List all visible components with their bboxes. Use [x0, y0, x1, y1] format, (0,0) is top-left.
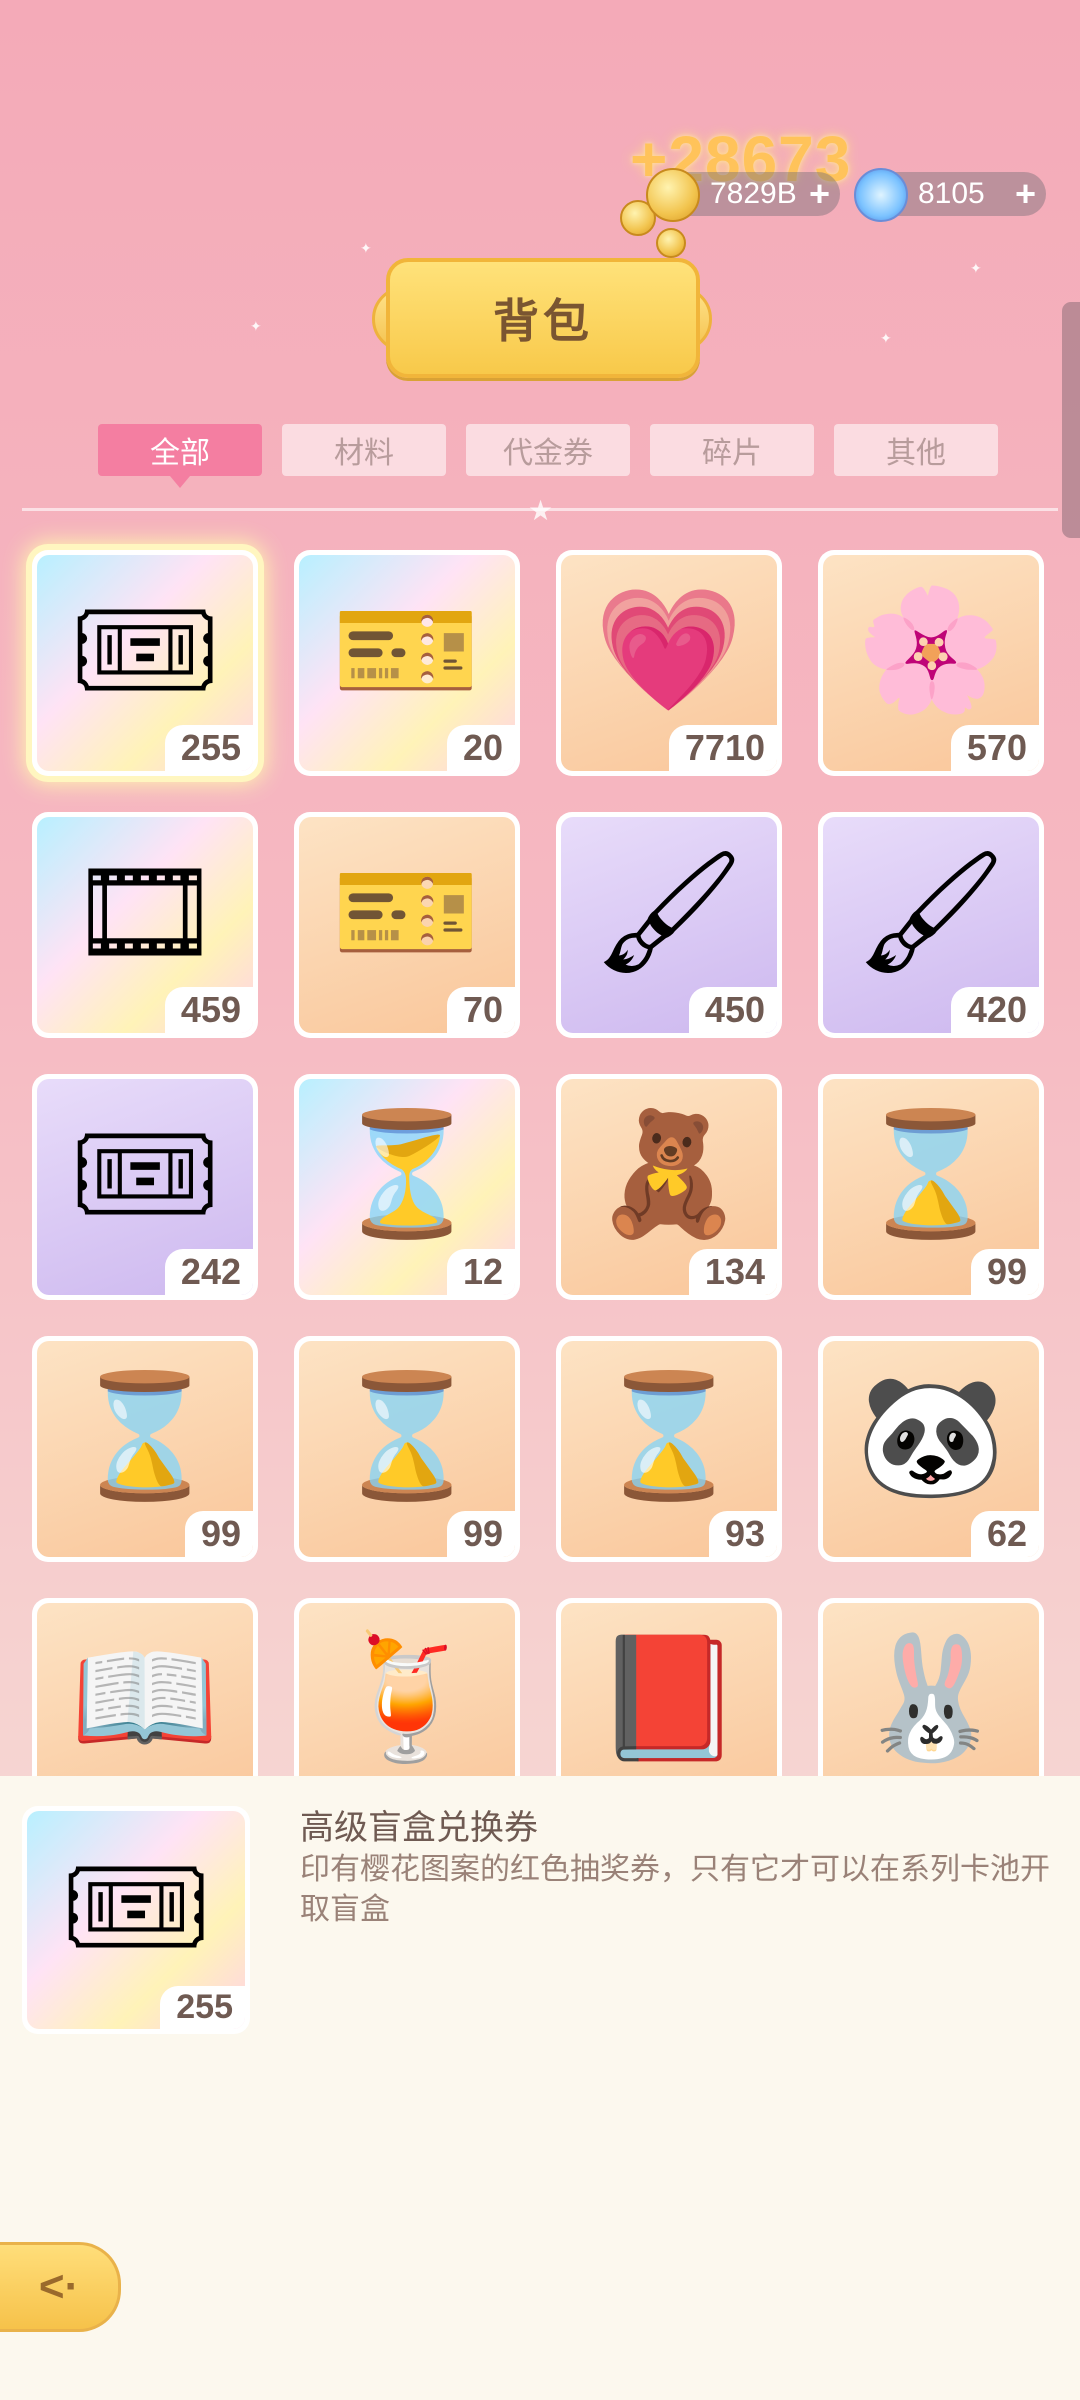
tab-all[interactable]: 全部: [98, 424, 262, 488]
inventory-item[interactable]: 🖌 450: [556, 812, 782, 1038]
star-icon: ★: [528, 495, 554, 526]
coin-icon: [646, 168, 700, 222]
inventory-item[interactable]: 🖌 420: [818, 812, 1044, 1038]
sakura-flower-icon: 🌸: [856, 583, 1006, 718]
item-quantity: 459: [164, 987, 253, 1033]
tab-label: 其他: [886, 437, 946, 470]
purple-hourglass-icon: ⌛: [856, 1107, 1006, 1242]
item-quantity: 20: [446, 725, 515, 771]
panda-plush-icon: 🐼: [856, 1369, 1006, 1504]
scrollbar[interactable]: [1062, 302, 1080, 538]
item-quantity: 420: [950, 987, 1039, 1033]
tab-label: 代金券: [503, 437, 593, 470]
purple-hourglass-icon: ⌛: [70, 1369, 220, 1504]
gem-icon: [854, 168, 908, 222]
detail-item-description: 印有樱花图案的红色抽奖券，只有它才可以在系列卡池开取盲盒: [300, 1853, 1050, 1926]
inventory-item[interactable]: 🎫 20: [294, 550, 520, 776]
back-button[interactable]: <·: [0, 2242, 121, 2332]
inventory-item[interactable]: 🎞 459: [32, 812, 258, 1038]
purple-hourglass-icon: ⌛: [594, 1369, 744, 1504]
coin-balance: 7829B +: [646, 168, 840, 222]
bunny-sweet-icon: 🐰: [856, 1631, 1006, 1766]
tab-label: 材料: [334, 437, 394, 470]
tab-label: 全部: [150, 437, 210, 470]
inventory-item[interactable]: ⌛ 99: [294, 1336, 520, 1562]
coin-balance-value: 7829B: [710, 177, 797, 210]
inventory-item[interactable]: 🧸 134: [556, 1074, 782, 1300]
tab-fragments[interactable]: 碎片: [650, 424, 814, 476]
page-title: 背包: [493, 295, 593, 347]
sketchbook-icon: 📖: [70, 1631, 220, 1766]
item-quantity: 99: [446, 1511, 515, 1557]
sparkle-decoration: ✦: [880, 330, 892, 346]
item-detail-panel: 🎟 255 高级盲盒兑换券 印有樱花图案的红色抽奖券，只有它才可以在系列卡池开取…: [0, 1776, 1080, 2400]
character-ticket-icon: 🎫: [332, 583, 482, 718]
item-quantity: 93: [708, 1511, 777, 1557]
inventory-item[interactable]: 💗 7710: [556, 550, 782, 776]
inventory-item[interactable]: 🎟 255: [32, 550, 258, 776]
inventory-item[interactable]: 🎟 242: [32, 1074, 258, 1300]
green-ticket-icon: 🎟: [68, 1107, 222, 1242]
inventory-item[interactable]: 🐼 62: [818, 1336, 1044, 1562]
item-quantity: 134: [688, 1249, 777, 1295]
detail-item-quantity: 255: [160, 1986, 245, 2029]
item-quantity: 450: [688, 987, 777, 1033]
music-book-icon: 📕: [594, 1631, 744, 1766]
item-quantity: 70: [446, 987, 515, 1033]
drink-penguin-icon: 🍹: [332, 1631, 482, 1766]
sparkle-decoration: ✦: [360, 240, 372, 256]
add-gems-button[interactable]: +: [1015, 176, 1036, 212]
green-paint-roller-icon: 🖌: [592, 845, 746, 980]
add-coins-button[interactable]: +: [809, 176, 830, 212]
gem-balance: 8105 +: [854, 168, 1046, 222]
item-quantity: 99: [970, 1249, 1039, 1295]
pink-paint-roller-icon: 🖌: [854, 845, 1008, 980]
ticket-icon: 🎟: [68, 583, 222, 718]
golden-hourglass-icon: ⏳: [332, 1107, 482, 1242]
tab-vouchers[interactable]: 代金券: [466, 424, 630, 476]
ticket-icon: 🎟: [59, 1839, 213, 1974]
item-quantity: 242: [164, 1249, 253, 1295]
gem-balance-value: 8105: [918, 177, 985, 210]
item-quantity: 12: [446, 1249, 515, 1295]
inventory-item[interactable]: ⌛ 93: [556, 1336, 782, 1562]
tab-label: 碎片: [702, 437, 762, 470]
back-arrow-icon: <·: [38, 2262, 80, 2311]
purple-hourglass-icon: ⌛: [332, 1369, 482, 1504]
page-title-banner: 背包: [386, 258, 700, 378]
inventory-item[interactable]: ⌛ 99: [32, 1336, 258, 1562]
inventory-item[interactable]: 🌸 570: [818, 550, 1044, 776]
item-quantity: 570: [950, 725, 1039, 771]
detail-item-name: 高级盲盒兑换券: [300, 1809, 538, 1847]
inventory-item[interactable]: ⏳ 12: [294, 1074, 520, 1300]
video-ticket-icon: 🎞: [68, 845, 222, 980]
tab-other[interactable]: 其他: [834, 424, 998, 476]
badge-coin-icon: 💗: [594, 583, 744, 718]
tab-materials[interactable]: 材料: [282, 424, 446, 476]
inventory-item[interactable]: 🎫 70: [294, 812, 520, 1038]
inventory-item[interactable]: ⌛ 99: [818, 1074, 1044, 1300]
detail-item-thumbnail: 🎟 255: [22, 1806, 250, 2034]
sparkle-decoration: ✦: [250, 318, 262, 334]
coin-icon: [656, 228, 686, 258]
puzzle-box-icon: 🧸: [594, 1107, 744, 1242]
sparkle-decoration: ✦: [970, 260, 982, 276]
bag-ticket-icon: 🎫: [332, 845, 482, 980]
item-quantity: 99: [184, 1511, 253, 1557]
item-quantity: 62: [970, 1511, 1039, 1557]
item-quantity: 7710: [668, 725, 777, 771]
item-quantity: 255: [164, 725, 253, 771]
